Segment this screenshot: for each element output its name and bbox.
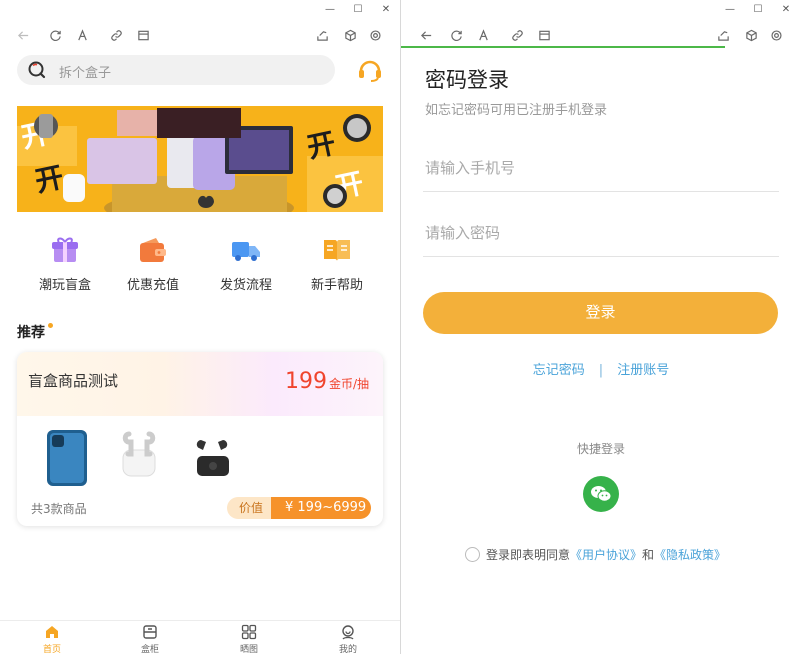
nav-label: 晒图	[239, 645, 258, 654]
nav-label: 我的	[338, 645, 357, 654]
page-title: 密码登录	[425, 68, 509, 92]
nav-home[interactable]: 首页	[22, 624, 82, 654]
close-icon[interactable]: ✕	[372, 0, 400, 18]
banner-products-image	[34, 108, 371, 212]
close-icon[interactable]: ✕	[772, 0, 800, 18]
nav-label: 首页	[42, 645, 61, 654]
nav-cabinet[interactable]: 盒柜	[120, 624, 180, 654]
earbuds-thumbnail	[122, 431, 156, 477]
minimize-icon[interactable]: —	[316, 0, 344, 18]
refresh-icon[interactable]	[46, 26, 64, 44]
register-link[interactable]: 注册账号	[617, 363, 669, 378]
maximize-icon[interactable]: ☐	[344, 0, 372, 18]
page-subtitle: 如忘记密码可用已注册手机登录	[425, 103, 608, 118]
back-icon[interactable]	[14, 26, 32, 44]
search-placeholder: 拆个盒子	[59, 66, 112, 81]
category-label: 潮玩盲盒	[38, 278, 91, 293]
share-icon[interactable]	[313, 26, 331, 44]
grid-icon	[241, 624, 257, 640]
category-label: 发货流程	[219, 278, 272, 293]
settings-icon[interactable]	[366, 26, 384, 44]
account-links: 忘记密码 | 注册账号	[401, 359, 800, 378]
cube-icon[interactable]	[742, 26, 760, 44]
recommend-dot	[48, 323, 53, 328]
box-cabinet-icon	[143, 625, 157, 639]
nav-gallery[interactable]: 晒图	[219, 624, 279, 654]
cube-icon[interactable]	[341, 26, 359, 44]
value-range: ¥ 199~6999	[271, 497, 371, 519]
toolbar	[0, 22, 400, 48]
login-button[interactable]: 登录	[423, 292, 778, 334]
phone-thumbnail	[47, 430, 87, 486]
product-name: 盲盒商品测试	[28, 372, 119, 390]
font-icon[interactable]	[474, 26, 492, 44]
password-field	[423, 209, 779, 257]
user-agreement-link[interactable]: 《用户协议》	[570, 548, 642, 562]
agreement-row: 登录即表明同意《用户协议》和《隐私政策》	[465, 546, 726, 563]
nav-label: 盒柜	[140, 645, 159, 654]
nav-mine[interactable]: 我的	[318, 624, 378, 654]
font-icon[interactable]	[73, 26, 91, 44]
wechat-login-button[interactable]	[583, 476, 619, 512]
forgot-password-link[interactable]: 忘记密码	[533, 363, 585, 378]
back-icon[interactable]	[417, 26, 435, 44]
phone-input[interactable]	[423, 144, 779, 191]
value-label: 价值	[227, 497, 275, 519]
link-icon[interactable]	[107, 26, 125, 44]
link-separator: |	[598, 363, 604, 378]
agree-prefix: 登录即表明同意	[486, 548, 571, 562]
settings-icon[interactable]	[767, 26, 785, 44]
product-count: 共3款商品	[31, 502, 87, 516]
refresh-icon[interactable]	[447, 26, 465, 44]
window-icon[interactable]	[535, 26, 553, 44]
product-price: 199 金币/抽	[285, 369, 369, 394]
category-label: 优惠充值	[126, 278, 179, 293]
phone-field	[423, 144, 779, 192]
user-icon	[342, 625, 354, 640]
customer-service-icon[interactable]	[357, 57, 383, 83]
wechat-icon	[591, 486, 612, 502]
window-controls: — ☐ ✕	[716, 0, 800, 18]
privacy-policy-link[interactable]: 《隐私政策》	[654, 548, 726, 562]
blindbox-product-card[interactable]: 盲盒商品测试 199 金币/抽 共3款商品 价值 ¥ 199~6999	[17, 352, 383, 526]
book-icon	[324, 240, 350, 261]
category-gift[interactable]: 潮玩盲盒	[30, 236, 100, 293]
category-help[interactable]: 新手帮助	[302, 236, 372, 293]
search-bar[interactable]: 拆个盒子	[17, 55, 335, 85]
password-input[interactable]	[423, 209, 779, 256]
category-recharge[interactable]: 优惠充值	[118, 236, 188, 293]
category-shipping[interactable]: 发货流程	[211, 236, 281, 293]
search-icon	[28, 61, 46, 79]
window-controls: — ☐ ✕	[316, 0, 400, 18]
minimize-icon[interactable]: —	[716, 0, 744, 18]
truck-icon	[232, 242, 260, 261]
agree-and: 和	[642, 548, 655, 562]
agree-checkbox[interactable]	[465, 547, 480, 562]
gift-icon	[52, 237, 78, 262]
link-icon[interactable]	[508, 26, 526, 44]
headphones-thumbnail	[196, 440, 229, 476]
toolbar	[401, 22, 800, 48]
price-value: 199	[284, 369, 327, 394]
home-icon	[46, 626, 58, 638]
page-load-progress	[401, 46, 725, 48]
window-icon[interactable]	[134, 26, 152, 44]
value-tag: 价值 ¥ 199~6999	[227, 497, 371, 519]
recommend-title: 推荐	[17, 325, 45, 341]
promo-banner[interactable]: 开 开 开 开	[17, 106, 383, 212]
maximize-icon[interactable]: ☐	[744, 0, 772, 18]
bottom-nav: 首页 盒柜 晒图 我的	[0, 620, 400, 654]
category-label: 新手帮助	[310, 278, 363, 293]
login-window: — ☐ ✕ 密码登录 如忘记密码可用已注册手机登录 登录 忘记密码 | 注册账号 快…	[400, 0, 800, 654]
home-window: — ☐ ✕ 拆个盒子 开 开 开 开 潮玩盲盒 优惠充值 发货流程 新手帮助 推…	[0, 0, 400, 654]
price-unit: 金币/抽	[328, 377, 369, 391]
quick-login-label: 快捷登录	[576, 442, 625, 456]
share-icon[interactable]	[714, 26, 732, 44]
wallet-icon	[140, 238, 166, 262]
